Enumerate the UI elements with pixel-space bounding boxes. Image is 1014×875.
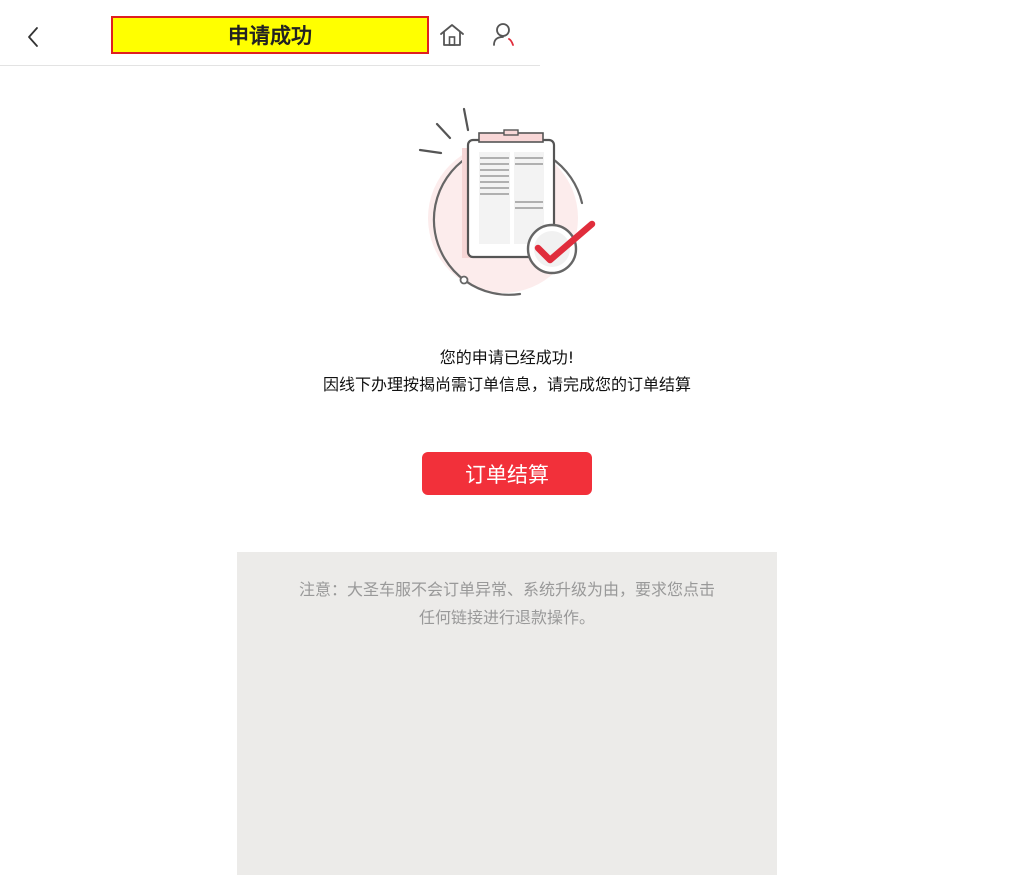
top-nav-bar: 申请成功 [0,0,540,66]
home-icon [440,24,464,46]
notice-panel: 注意：大圣车服不会订单异常、系统升级为由，要求您点击 任何链接进行退款操作。 [237,552,777,875]
page-title: 申请成功 [111,16,429,54]
clipboard-success-illustration [410,100,610,305]
order-settlement-button[interactable]: 订单结算 [422,452,592,495]
home-button[interactable] [438,22,466,48]
user-button[interactable] [491,21,517,49]
back-button[interactable] [22,22,46,52]
notice-text: 注意：大圣车服不会订单异常、系统升级为由，要求您点击 任何链接进行退款操作。 [267,576,747,632]
notice-line-1: 注意：大圣车服不会订单异常、系统升级为由，要求您点击 [298,580,715,599]
clipboard-success-icon [418,107,596,296]
instruction-message: 因线下办理按揭尚需订单信息，请完成您的订单结算 [322,375,691,394]
user-icon [493,23,514,46]
chevron-left-icon [28,27,38,47]
success-message: 您的申请已经成功! [439,348,575,367]
notice-line-2: 任何链接进行退款操作。 [418,608,595,627]
